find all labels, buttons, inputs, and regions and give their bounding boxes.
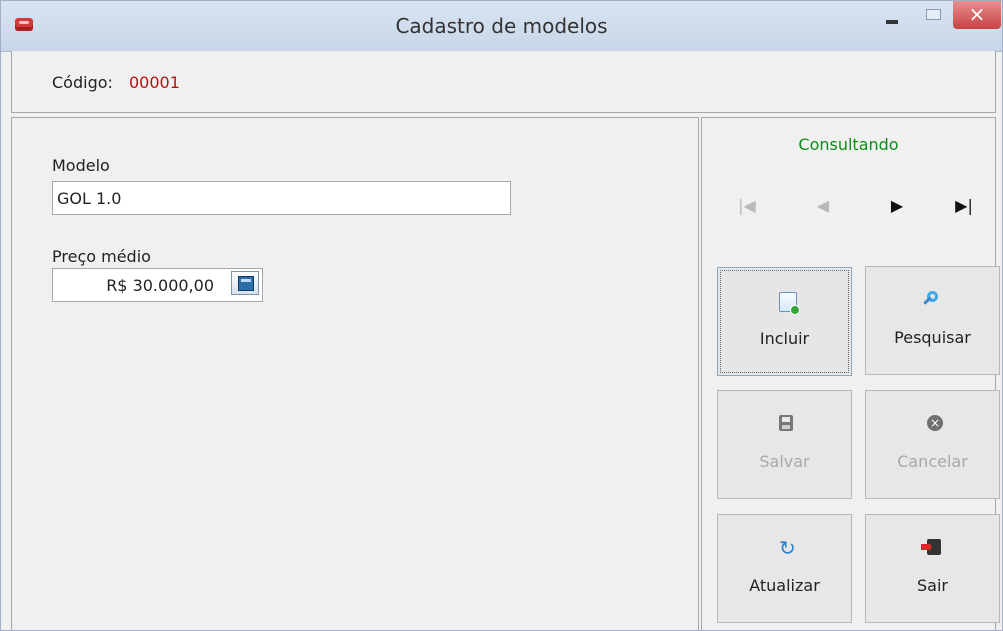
cancel-label: Cancelar xyxy=(897,452,968,471)
save-button[interactable]: Salvar xyxy=(717,390,852,499)
save-label: Salvar xyxy=(759,452,810,471)
exit-button[interactable]: Sair xyxy=(865,514,1000,623)
cancel-icon: × xyxy=(927,415,943,431)
include-label: Incluir xyxy=(759,329,810,348)
model-label: Modelo xyxy=(52,156,110,175)
window: Cadastro de modelos × Código: 00001 Mode… xyxy=(0,0,1003,631)
minimize-button[interactable] xyxy=(869,1,915,29)
refresh-icon: ↻ xyxy=(779,536,796,560)
minimize-icon xyxy=(886,20,898,24)
price-label: Preço médio xyxy=(52,247,151,266)
calculator-button[interactable] xyxy=(231,271,259,295)
update-label: Atualizar xyxy=(749,576,820,595)
actions-panel: Consultando |◀ ◀ ▶ ▶| Incluir Pesquisar … xyxy=(701,117,1000,630)
search-button[interactable]: Pesquisar xyxy=(865,266,1000,375)
code-value: 00001 xyxy=(129,73,180,92)
next-record-button[interactable]: ▶ xyxy=(883,194,911,218)
save-icon xyxy=(779,415,793,431)
include-button[interactable]: Incluir xyxy=(717,267,852,376)
model-input[interactable]: GOL 1.0 xyxy=(52,181,511,215)
maximize-button[interactable] xyxy=(913,1,953,29)
code-panel: Código: 00001 xyxy=(11,51,996,113)
update-button[interactable]: ↻ Atualizar xyxy=(717,514,852,623)
search-label: Pesquisar xyxy=(894,328,971,347)
window-title: Cadastro de modelos xyxy=(395,14,608,38)
calculator-icon xyxy=(238,276,254,291)
title-bar[interactable]: Cadastro de modelos × xyxy=(1,1,1002,52)
search-icon xyxy=(927,291,938,302)
previous-record-button[interactable]: ◀ xyxy=(809,194,837,218)
code-label: Código: xyxy=(52,73,113,92)
cancel-button[interactable]: × Cancelar xyxy=(865,390,1000,499)
last-record-button[interactable]: ▶| xyxy=(950,194,978,218)
maximize-icon xyxy=(926,9,941,20)
first-record-button[interactable]: |◀ xyxy=(733,194,761,218)
exit-icon xyxy=(927,539,941,555)
status-text: Consultando xyxy=(798,135,899,154)
exit-label: Sair xyxy=(917,576,948,595)
new-document-icon xyxy=(779,292,800,315)
close-button[interactable]: × xyxy=(953,1,1001,29)
form-panel: Modelo GOL 1.0 Preço médio R$ 30.000,00 xyxy=(11,117,699,630)
